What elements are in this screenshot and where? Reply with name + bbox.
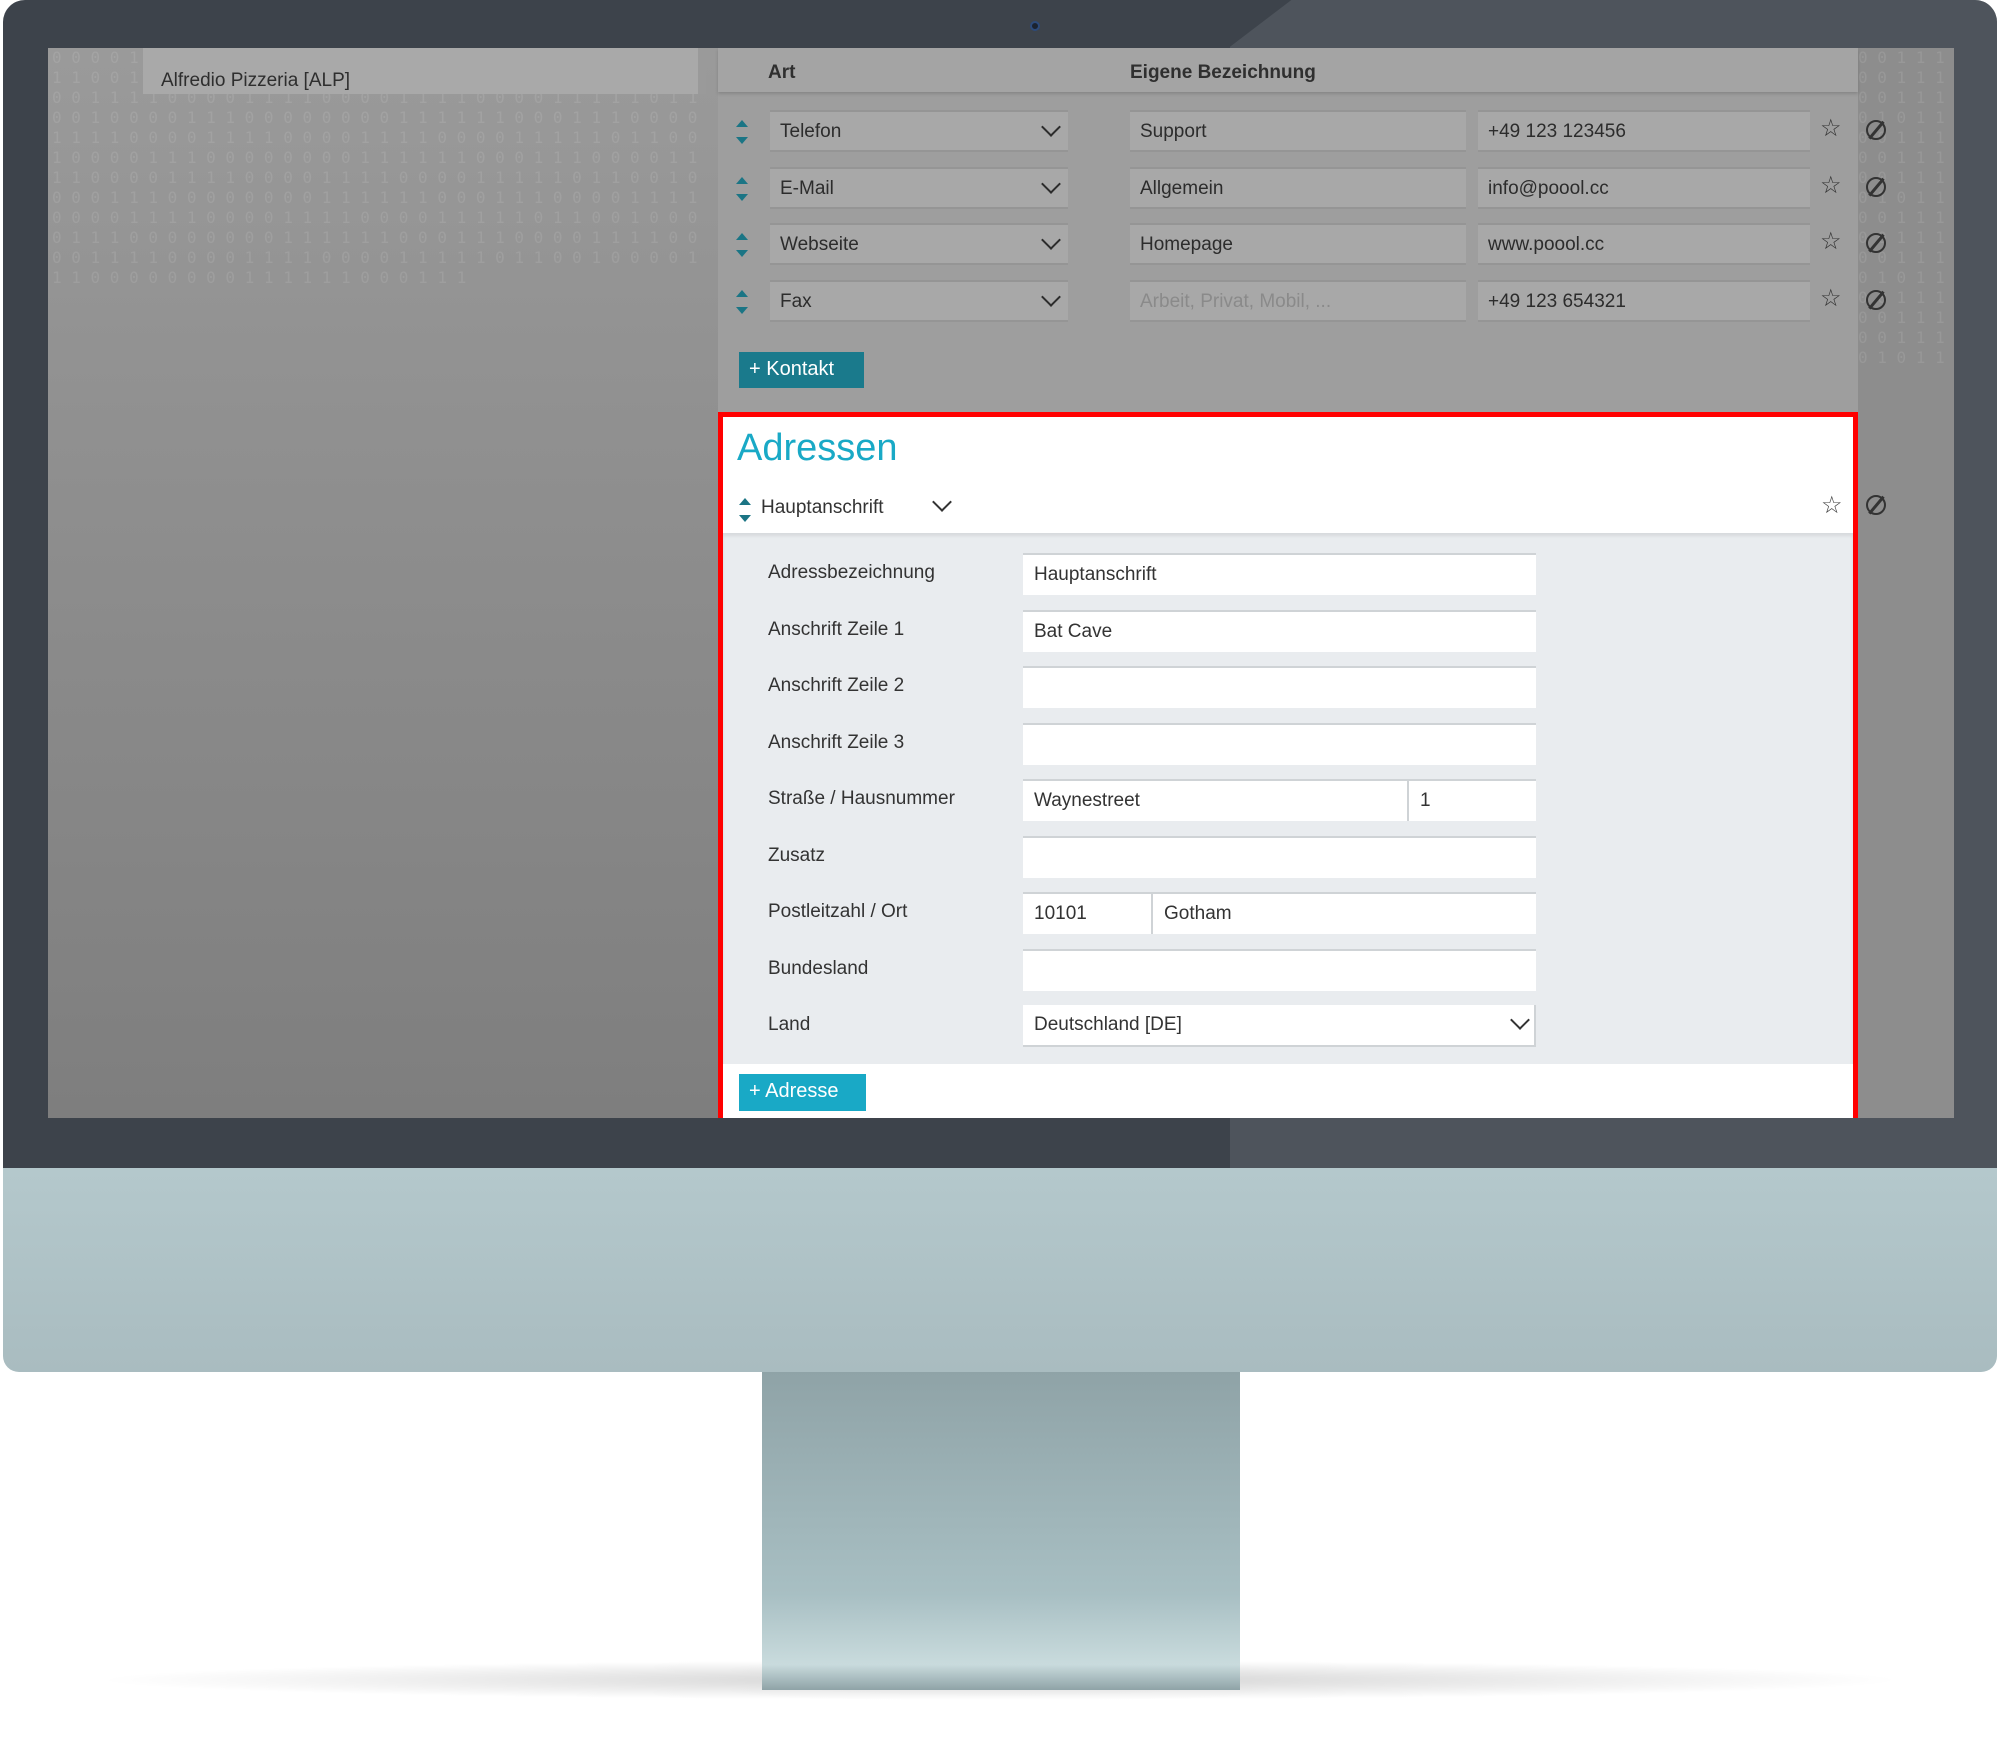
address-select[interactable]: Hauptanschrift: [761, 497, 884, 519]
remove-icon[interactable]: [1866, 177, 1886, 197]
city-input[interactable]: Gotham: [1153, 892, 1536, 934]
country-select[interactable]: Deutschland [DE]: [1023, 1005, 1536, 1047]
binary-background: 0 0 0 0 1 1 1 1 0 0 0 0 1 1 1 1 0 0 0 0 …: [48, 48, 718, 1118]
contact-row: E-Mail Allgemein info@poool.cc ☆: [718, 167, 1886, 211]
add-contact-button[interactable]: + Kontakt: [739, 352, 864, 388]
country-value: Deutschland [DE]: [1034, 1014, 1182, 1035]
contact-row: Telefon Support +49 123 123456 ☆: [718, 110, 1886, 154]
remove-icon[interactable]: [1866, 233, 1886, 253]
company-tab-label: Alfredio Pizzeria [ALP]: [161, 70, 351, 91]
land-label: Land: [768, 1014, 811, 1035]
zeile2-input[interactable]: [1023, 666, 1536, 708]
zeile1-value: Bat Cave: [1034, 620, 1113, 642]
camera-icon: [1030, 21, 1040, 31]
monitor-stand: [762, 1372, 1240, 1690]
contact-value-text: info@poool.cc: [1488, 178, 1609, 199]
contact-label-value: Allgemein: [1140, 178, 1224, 199]
contact-value-text: +49 123 123456: [1488, 121, 1626, 142]
postal-code-value: 10101: [1034, 903, 1087, 924]
contact-type-select[interactable]: E-Mail: [770, 167, 1068, 209]
contact-type-select[interactable]: Telefon: [770, 110, 1068, 152]
contact-value-input[interactable]: www.poool.cc: [1478, 223, 1810, 265]
sort-icon[interactable]: [739, 498, 751, 522]
contact-label-value: Arbeit, Privat, Mobil, ...: [1140, 291, 1332, 312]
star-icon[interactable]: ☆: [1821, 491, 1843, 520]
add-address-button[interactable]: + Adresse: [739, 1074, 866, 1111]
contact-label-value: Support: [1140, 121, 1207, 142]
contact-value-input[interactable]: +49 123 654321: [1478, 280, 1810, 322]
star-icon[interactable]: ☆: [1820, 227, 1842, 256]
postal-code-input[interactable]: 10101: [1023, 892, 1153, 934]
star-icon[interactable]: ☆: [1820, 114, 1842, 143]
zusatz-input[interactable]: [1023, 835, 1536, 878]
bezeichnung-label: Adressbezeichnung: [768, 562, 935, 583]
zusatz-label: Zusatz: [768, 844, 826, 866]
contact-value-text: www.poool.cc: [1488, 234, 1605, 255]
contact-type-value: Webseite: [780, 234, 859, 255]
contact-row: Webseite Homepage www.poool.cc ☆: [718, 223, 1886, 267]
house-number-input[interactable]: 1: [1409, 779, 1536, 821]
monitor-chin: [3, 1168, 1997, 1372]
sort-icon[interactable]: [736, 120, 748, 144]
star-icon[interactable]: ☆: [1820, 284, 1842, 313]
bundesland-label: Bundesland: [768, 957, 869, 979]
add-contact-label: Kontakt: [766, 358, 835, 380]
remove-icon[interactable]: [1866, 120, 1886, 140]
zeile2-label: Anschrift Zeile 2: [768, 675, 905, 696]
street-value: Waynestreet: [1034, 790, 1140, 811]
plzort-label: Postleitzahl / Ort: [768, 901, 908, 922]
contact-type-select[interactable]: Fax: [770, 280, 1068, 322]
contact-value-input[interactable]: info@poool.cc: [1478, 167, 1810, 209]
zeile1-label: Anschrift Zeile 1: [768, 618, 905, 640]
contact-label-value: Homepage: [1140, 234, 1233, 255]
bundesland-input[interactable]: [1023, 948, 1536, 991]
zeile1-input[interactable]: Bat Cave: [1023, 609, 1536, 652]
plus-icon: +: [749, 358, 761, 380]
star-icon[interactable]: ☆: [1820, 171, 1842, 200]
address-select-value: Hauptanschrift: [761, 497, 884, 518]
zeile3-label: Anschrift Zeile 3: [768, 731, 905, 753]
house-number-value: 1: [1420, 790, 1431, 811]
screen: 0 0 0 0 1 1 1 1 0 0 0 0 1 1 1 1 0 0 0 0 …: [48, 48, 1954, 1118]
bezeichnung-input[interactable]: Hauptanschrift: [1023, 553, 1536, 595]
contact-type-value: Telefon: [780, 121, 842, 142]
contact-value-text: +49 123 654321: [1488, 291, 1626, 312]
contact-value-input[interactable]: +49 123 123456: [1478, 110, 1810, 152]
binary-background-right: 0 0 1 1 1 0 0 1 1 1 0 0 1 1 1 0 1 0 1 1 …: [1858, 48, 1954, 1118]
contact-type-value: E-Mail: [780, 178, 834, 199]
addresses-section: Adressen Hauptanschrift ☆ Adressbezeichn…: [718, 412, 1886, 1118]
add-address-label: Adresse: [765, 1080, 839, 1102]
sort-icon[interactable]: [736, 177, 748, 201]
bezeichnung-value: Hauptanschrift: [1034, 564, 1157, 585]
contact-label-input[interactable]: Homepage: [1130, 223, 1466, 265]
header-label: Eigene Bezeichnung: [1130, 62, 1316, 83]
header-type: Art: [768, 62, 796, 83]
city-value: Gotham: [1164, 903, 1232, 924]
company-tab[interactable]: Alfredio Pizzeria [ALP]: [143, 48, 706, 94]
contact-label-input[interactable]: Support: [1130, 110, 1466, 152]
contact-type-value: Fax: [780, 291, 812, 312]
sort-icon[interactable]: [736, 233, 748, 257]
contact-label-input[interactable]: Allgemein: [1130, 167, 1466, 209]
contacts-header: Art Eigene Bezeichnung: [718, 48, 1858, 92]
section-title: Adressen: [737, 427, 898, 469]
remove-icon[interactable]: [1866, 290, 1886, 310]
street-input[interactable]: Waynestreet: [1023, 779, 1409, 821]
contact-row: Fax Arbeit, Privat, Mobil, ... +49 123 654…: [718, 280, 1886, 324]
contact-type-select[interactable]: Webseite: [770, 223, 1068, 265]
sort-icon[interactable]: [736, 290, 748, 314]
plus-icon: +: [749, 1080, 761, 1102]
remove-icon[interactable]: [1866, 495, 1886, 515]
contact-label-input[interactable]: Arbeit, Privat, Mobil, ...: [1130, 280, 1466, 322]
strasse-label: Straße / Hausnummer: [768, 788, 955, 809]
address-form: Adressbezeichnung Hauptanschrift Anschrift…: [723, 533, 1853, 1064]
chevron-down-icon[interactable]: [932, 492, 952, 512]
zeile3-input[interactable]: [1023, 722, 1536, 765]
